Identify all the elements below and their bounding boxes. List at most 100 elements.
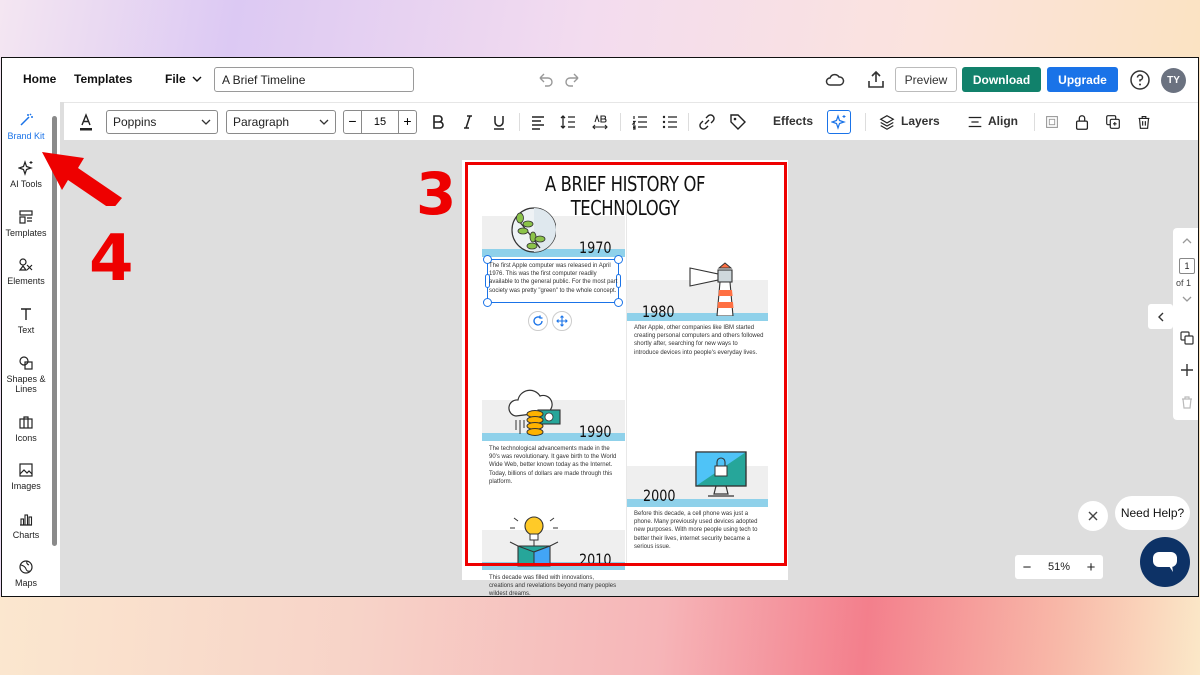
increase-size-button[interactable]: + [398,111,416,133]
link-icon[interactable] [697,112,717,132]
cloud-save-icon[interactable] [824,69,846,91]
download-button[interactable]: Download [962,67,1041,92]
sidebar-item-elements[interactable]: Elements [2,257,50,286]
layers-button[interactable]: Layers [901,114,940,128]
duplicate-icon[interactable] [1104,112,1122,132]
chevron-up-icon[interactable] [1180,234,1194,248]
text-style-value: Paragraph [233,115,290,129]
close-help-button[interactable] [1078,501,1108,531]
sidebar-item-brand-kit[interactable]: Brand Kit [2,112,50,141]
home-link[interactable]: Home [23,72,56,86]
text-icon [21,308,31,320]
sidebar-item-images[interactable]: Images [2,462,50,491]
chat-button[interactable] [1140,537,1190,587]
file-menu-button[interactable]: File [165,72,202,86]
bold-icon[interactable] [428,112,448,132]
formatting-toolbar: Poppins Paragraph − 15 + Effects Layers … [64,102,1198,140]
add-page-icon[interactable] [1179,362,1195,378]
preview-button[interactable]: Preview [895,67,957,92]
sidebar-item-label: Icons [15,433,37,443]
sidebar-item-shapes-lines[interactable]: Shapes & Lines [2,355,50,394]
font-select[interactable]: Poppins [106,110,218,134]
share-icon[interactable] [865,69,887,91]
avatar[interactable]: TY [1161,68,1186,93]
help-icon[interactable] [1129,69,1151,91]
line-height-icon[interactable] [558,112,578,132]
upgrade-button[interactable]: Upgrade [1047,67,1118,92]
sidebar-item-label: Brand Kit [7,131,45,141]
globe-icon [19,560,33,574]
collapse-panel-button[interactable] [1148,304,1173,329]
font-size-stepper: − 15 + [343,110,417,134]
bullet-list-icon[interactable] [660,112,680,132]
sidebar-item-label: Maps [14,578,37,588]
chat-icon [1153,552,1177,572]
sidebar-item-templates[interactable]: Templates [2,209,50,238]
sparkle-icon [831,114,846,130]
editor-window: Home Templates File Preview Download Upg… [1,57,1199,597]
red-arrow-icon [42,152,122,206]
zoom-in-button[interactable]: + [1079,559,1103,576]
background-bottom-gradient [0,596,1200,675]
page-count: of 1 [1176,278,1192,288]
lock-icon[interactable] [1073,112,1091,132]
bar-chart-icon [20,514,33,526]
need-help-bubble[interactable]: Need Help? [1115,496,1190,530]
document-title-input[interactable] [214,67,414,92]
shapes-icon [19,356,33,370]
zoom-control: − 51% + [1015,555,1103,579]
page-number-input[interactable]: 1 [1179,258,1195,274]
redo-icon[interactable] [563,70,583,90]
page-navigator: 1 of 1 [1173,228,1198,420]
italic-icon[interactable] [458,112,478,132]
sidebar-item-maps[interactable]: Maps [2,559,50,588]
sidebar-item-label: Images [11,481,41,491]
highlight-frame [465,162,787,566]
trash-icon[interactable] [1179,394,1195,410]
templates-link[interactable]: Templates [74,72,132,86]
chevron-down-icon [192,76,202,82]
text-color-icon[interactable] [76,112,96,132]
image-icon [19,463,33,477]
zoom-out-button[interactable]: − [1015,559,1039,576]
decrease-size-button[interactable]: − [344,111,362,133]
duplicate-page-icon[interactable] [1179,330,1195,346]
toolbar-divider [519,113,520,131]
zoom-value[interactable]: 51% [1048,561,1070,573]
toolbar-divider [620,113,621,131]
file-menu-label: File [165,72,186,86]
template-icon [19,210,33,224]
crop-icon[interactable] [1043,112,1061,132]
sidebar-item-label: Text [17,325,35,335]
numbered-list-icon[interactable] [630,112,650,132]
align-icon[interactable] [966,112,984,132]
align-button[interactable]: Align [988,114,1018,128]
effects-button[interactable]: Effects [773,114,813,128]
chevron-down-icon[interactable] [1180,292,1194,306]
step-four-annotation: 4 [89,222,134,296]
elements-icon [18,258,33,271]
letter-spacing-icon[interactable] [590,112,610,132]
sidebar-item-icons[interactable]: Icons [2,414,50,443]
sidebar-item-charts[interactable]: Charts [2,511,50,540]
timeline-paragraph[interactable]: This decade was filled with innovations,… [489,574,619,596]
chevron-down-icon [319,119,329,125]
ai-magic-button[interactable] [827,110,851,134]
top-bar: Home Templates File Preview Download Upg… [2,58,1198,102]
trash-icon[interactable] [1135,112,1153,132]
sidebar-item-text[interactable]: Text [2,306,50,335]
chevron-left-icon [1157,312,1163,321]
sidebar-item-label: Shapes & Lines [6,374,46,394]
toolbar-divider [1034,113,1035,131]
step-three-annotation: 3 [416,160,457,228]
sidebar-item-label: Templates [5,228,47,238]
text-align-icon[interactable] [528,112,548,132]
undo-icon[interactable] [535,70,555,90]
font-size-input[interactable]: 15 [362,116,398,128]
text-style-select[interactable]: Paragraph [226,110,336,134]
tag-icon[interactable] [728,112,748,132]
layers-icon[interactable] [878,112,896,132]
toolbar-divider [688,113,689,131]
magic-wand-icon [20,113,33,126]
underline-icon[interactable] [489,112,509,132]
